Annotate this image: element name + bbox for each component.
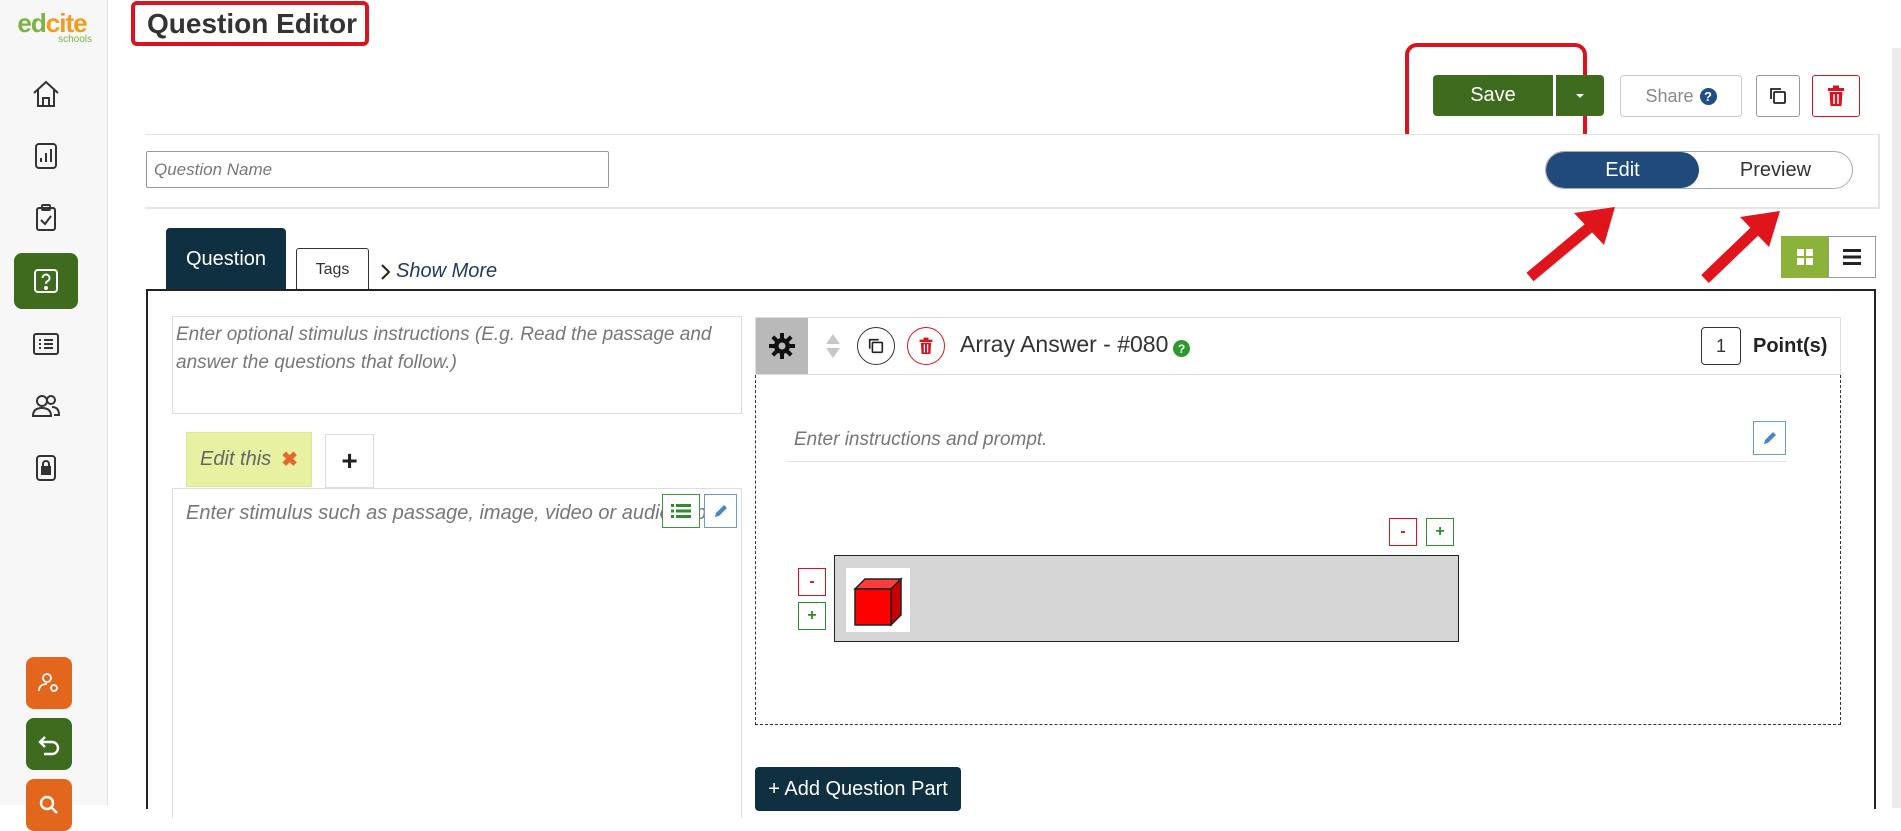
- back-icon: [38, 736, 60, 756]
- pencil-icon: [1763, 432, 1776, 444]
- list-format-icon: [671, 504, 691, 518]
- list-view-button[interactable]: [1828, 236, 1876, 278]
- share-help-icon[interactable]: ?: [1699, 87, 1717, 105]
- copy-icon: [868, 338, 884, 354]
- trash-icon: [919, 337, 933, 354]
- duplicate-question-button[interactable]: [1756, 75, 1800, 117]
- annotation-arrow-edit: [1526, 207, 1615, 282]
- sidebar-item-reports[interactable]: [14, 128, 78, 184]
- question-name-input[interactable]: [146, 151, 609, 188]
- points-label: Point(s): [1753, 335, 1828, 357]
- share-label: Share: [1645, 85, 1694, 106]
- stimulus-tab[interactable]: Edit this ✖: [186, 432, 312, 487]
- add-row-button[interactable]: +: [798, 602, 826, 630]
- tab-tags[interactable]: Tags: [296, 248, 369, 290]
- add-column-button[interactable]: +: [1426, 518, 1454, 546]
- list-icon: [33, 333, 59, 355]
- duplicate-part-button[interactable]: [857, 327, 895, 365]
- clipboard-icon: [36, 204, 56, 231]
- tab-edit[interactable]: Edit: [1546, 152, 1699, 188]
- remove-row-button[interactable]: -: [798, 568, 826, 596]
- search-button[interactable]: [26, 779, 72, 831]
- copy-icon: [1770, 88, 1786, 104]
- tab-question[interactable]: Question: [166, 228, 286, 290]
- array-cell[interactable]: [846, 568, 910, 632]
- share-button[interactable]: Share ?: [1620, 75, 1742, 117]
- stimulus-list-button[interactable]: [662, 494, 700, 528]
- show-more-link[interactable]: Show More: [380, 260, 497, 283]
- delete-question-button[interactable]: [1812, 75, 1860, 117]
- sidebar-item-assignments[interactable]: [14, 190, 78, 246]
- sidebar-item-security[interactable]: [14, 440, 78, 496]
- caret-down-icon: [1576, 93, 1584, 98]
- remove-column-button[interactable]: -: [1389, 518, 1417, 546]
- page-title-highlight: Question Editor: [131, 1, 369, 46]
- stimulus-edit-button[interactable]: [704, 494, 737, 528]
- prompt-edit-button[interactable]: [1753, 421, 1786, 455]
- grid-icon: [1797, 249, 1813, 265]
- save-button[interactable]: Save: [1433, 75, 1553, 116]
- sidebar-item-users[interactable]: [14, 378, 78, 434]
- search-icon: [39, 795, 58, 814]
- add-question-part-button[interactable]: + Add Question Part: [755, 767, 961, 811]
- tab-preview[interactable]: Preview: [1699, 152, 1852, 188]
- stimulus-instructions-field[interactable]: Enter optional stimulus instructions (E.…: [172, 316, 742, 414]
- users-icon: [31, 395, 61, 417]
- part-help-icon[interactable]: ?: [1173, 340, 1190, 357]
- page-title: Question Editor: [147, 7, 357, 39]
- user-settings-icon: [38, 673, 58, 692]
- question-part-title: Array Answer - #080: [960, 331, 1169, 357]
- chevron-right-icon: [381, 263, 391, 280]
- sidebar-item-questions[interactable]: [14, 253, 78, 309]
- part-settings-button[interactable]: [756, 318, 808, 374]
- save-dropdown-button[interactable]: [1556, 75, 1604, 116]
- grid-view-button[interactable]: [1781, 236, 1829, 278]
- edit-preview-toggle[interactable]: Edit Preview: [1545, 151, 1853, 189]
- annotation-arrow-preview: [1701, 211, 1780, 283]
- gear-icon: [769, 333, 795, 359]
- question-icon: [34, 269, 58, 293]
- pencil-icon: [714, 505, 727, 517]
- sidebar: edcite schools: [0, 0, 108, 831]
- red-cube-icon: [853, 577, 903, 627]
- trash-icon: [1828, 85, 1844, 106]
- add-stimulus-tab-button[interactable]: +: [325, 434, 374, 488]
- prompt-placeholder: Enter instructions and prompt.: [794, 429, 1048, 450]
- back-button[interactable]: [26, 718, 72, 770]
- home-icon: [33, 80, 59, 107]
- array-answer-area[interactable]: [834, 555, 1459, 642]
- show-more-label: Show More: [396, 260, 498, 282]
- reorder-handle-icon[interactable]: [822, 330, 844, 362]
- close-tab-icon[interactable]: ✖: [281, 447, 298, 472]
- user-settings-button[interactable]: [26, 657, 72, 709]
- points-input[interactable]: 1: [1701, 327, 1741, 365]
- stimulus-editor[interactable]: [172, 488, 742, 818]
- sidebar-item-home[interactable]: [14, 66, 78, 122]
- list-view-icon: [1843, 249, 1861, 265]
- delete-part-button[interactable]: [907, 327, 945, 365]
- lock-icon: [36, 455, 56, 481]
- edcite-logo[interactable]: edcite schools: [8, 10, 96, 45]
- page-scrollbar[interactable]: [1892, 48, 1901, 808]
- stimulus-tab-label: Edit this: [200, 448, 272, 470]
- reports-icon: [35, 143, 57, 169]
- sidebar-item-lists[interactable]: [14, 316, 78, 372]
- stimulus-placeholder: Enter stimulus such as passage, image, v…: [186, 502, 706, 524]
